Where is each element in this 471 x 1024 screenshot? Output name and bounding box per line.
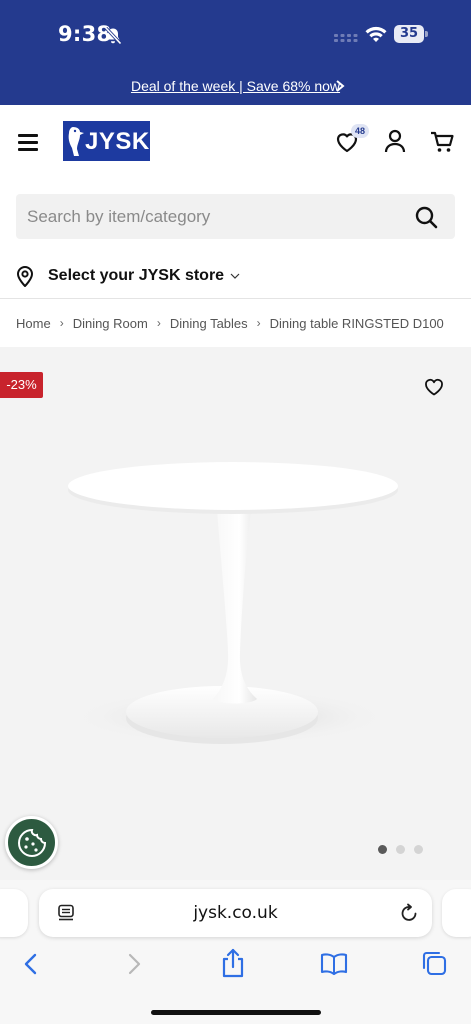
wishlist-count-badge: 48 [351,124,369,138]
reader-icon[interactable] [57,904,75,922]
share-icon[interactable] [220,948,246,978]
battery-icon: 35 [394,25,428,43]
previous-tab-preview[interactable] [0,889,28,937]
reload-icon[interactable] [399,903,419,923]
promo-banner[interactable]: Deal of the week | Save 68% now [0,67,471,105]
heart-icon[interactable] [424,378,444,396]
location-pin-icon [16,266,34,287]
signal-icon [334,34,358,42]
next-tab-preview[interactable] [442,889,471,937]
search-icon[interactable] [414,205,438,229]
product-gallery[interactable]: -23% [0,347,471,880]
breadcrumb-separator: › [59,316,64,330]
bird-logo-icon [68,127,84,156]
status-bar: 9:38 35 [0,0,471,67]
back-icon[interactable] [22,952,40,976]
browser-toolbar: jysk.co.uk [0,880,471,1024]
jysk-logo[interactable]: JYSK [63,121,150,161]
account-icon[interactable] [384,129,406,153]
search-box[interactable] [16,194,455,239]
cookie-icon [18,828,47,857]
bookmarks-icon[interactable] [320,952,348,976]
gallery-dot[interactable] [396,845,405,854]
battery-level: 35 [394,25,424,43]
bell-slash-icon [104,26,122,45]
chevron-right-icon[interactable] [334,79,346,93]
search-input[interactable] [27,194,407,239]
menu-icon[interactable] [18,133,40,151]
product-image [68,462,398,745]
breadcrumb: Home › Dining Room › Dining Tables › Din… [16,314,471,332]
wifi-icon [365,26,387,42]
promo-link[interactable]: Deal of the week | Save 68% now [131,78,340,94]
url-text[interactable]: jysk.co.uk [39,889,432,937]
store-selector[interactable]: Select your JYSK store [16,258,316,294]
breadcrumb-dining-room[interactable]: Dining Room [73,316,148,331]
discount-badge: -23% [0,372,43,398]
tabs-icon[interactable] [421,950,447,976]
breadcrumb-home[interactable]: Home [16,316,51,331]
logo-text: JYSK [85,128,150,155]
breadcrumb-separator: › [156,316,161,330]
cart-icon[interactable] [430,130,454,154]
divider [0,298,471,299]
gallery-pagination [378,845,428,855]
cookie-settings-button[interactable] [5,816,58,869]
chevron-down-icon [230,273,240,279]
home-indicator [151,1010,321,1015]
gallery-dot[interactable] [414,845,423,854]
breadcrumb-dining-tables[interactable]: Dining Tables [170,316,248,331]
gallery-dot-active[interactable] [378,845,387,854]
site-header: JYSK 48 [0,105,471,177]
breadcrumb-separator: › [256,316,261,330]
address-bar[interactable]: jysk.co.uk [39,889,432,937]
breadcrumb-current: Dining table RINGSTED D100 [269,315,444,331]
store-label[interactable]: Select your JYSK store [48,267,224,285]
forward-icon[interactable] [125,952,143,976]
